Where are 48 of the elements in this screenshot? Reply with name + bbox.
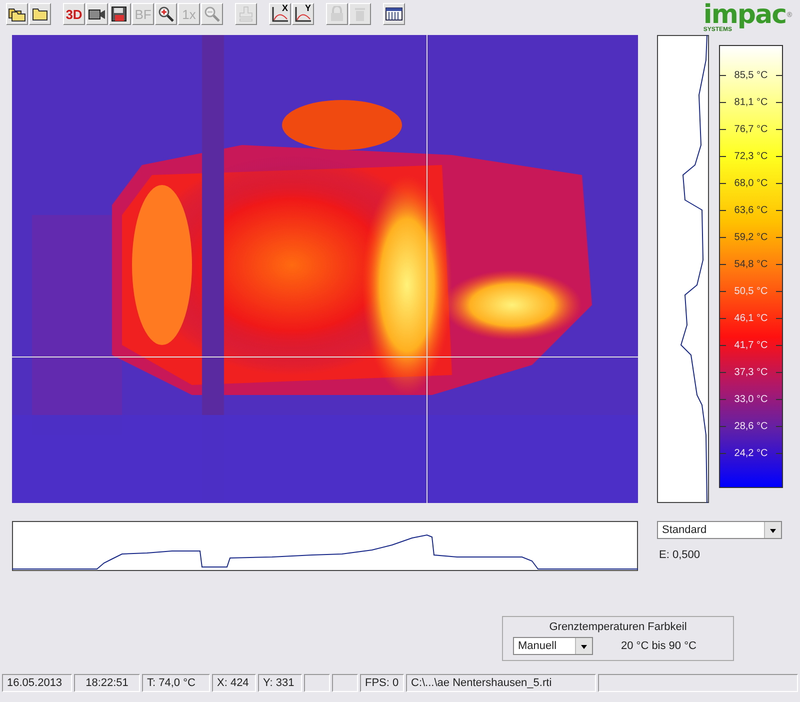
grid-button[interactable] [383,3,405,25]
save-button[interactable] [109,3,131,25]
curve-graph-icon [294,6,312,22]
scale-label: 41,7 °C [734,340,768,352]
camera-button[interactable] [86,3,108,25]
folders-icon [8,6,26,22]
zoom-in-button[interactable] [155,3,177,25]
scale-label: 76,7 °C [734,124,768,135]
status-bar-cell: 16.05.2013 [2,674,72,692]
status-bar-cell: T: 74,0 °C [142,674,210,692]
folders-button[interactable] [6,3,28,25]
scale-label: 85,5 °C [734,70,768,80]
toolbar-button[interactable]: 3D [63,3,85,25]
scale-label: 59,2 °C [734,232,768,243]
stamp-icon [238,6,254,22]
scale-label: 33,0 °C [734,394,768,406]
axis-button[interactable]: Y [292,3,314,25]
palette-dropdown[interactable]: Standard [657,521,782,539]
zoom-in-icon [158,6,174,22]
scale-label: 50,5 °C [734,286,768,297]
scale-label: 46,1 °C [734,313,768,324]
status-bar-cell: FPS: 0 [360,674,404,692]
axis-button[interactable]: X [269,3,291,25]
status-bar-cell: X: 424 [212,674,256,692]
video-camera-icon [88,7,106,21]
folder-icon [32,7,48,21]
empty-status-pane [304,674,330,692]
status-bar-cell: Y: 331 [258,674,302,692]
scale-label: 63,6 °C [734,204,768,216]
zoom-out-icon [204,6,220,22]
curve-graph-icon [271,6,289,22]
scale-label: 81,1 °C [734,96,768,108]
scale-label: 37,3 °C [734,367,768,378]
scale-label: 24,2 °C [734,448,768,460]
status-bar-cell: 18:22:51 [74,674,140,692]
scale-label: 72,3 °C [734,150,768,162]
mode-dropdown[interactable]: Manuell [513,637,593,655]
folder-button[interactable] [29,3,51,25]
scale-label: 54,8 °C [734,258,768,270]
table-grid-icon [385,7,403,21]
scale-label: 28,6 °C [734,421,768,432]
temperature-range: 20 °C bis 90 °C [621,640,696,652]
empty-status-pane [332,674,358,692]
emissivity-value: E: 0,500 [658,549,701,561]
padlock-icon [330,6,344,22]
group-title: Grenztemperaturen Farbkeil [549,621,687,633]
scale-label: 68,0 °C [734,178,768,189]
status-bar-cell: C:\...\ae Nentershausen_5.rti [406,674,596,692]
